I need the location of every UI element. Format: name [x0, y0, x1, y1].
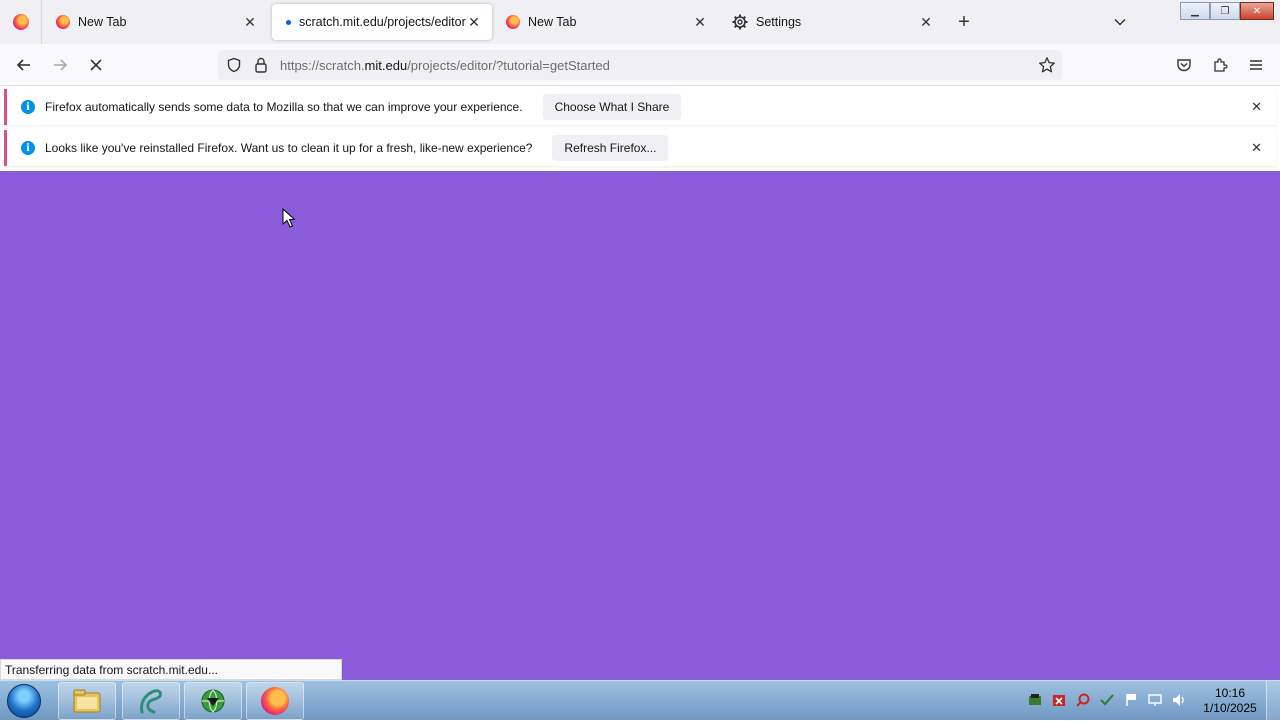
tab-new-tab-2[interactable]: New Tab ✕ — [496, 4, 718, 40]
firefox-icon — [56, 15, 70, 29]
extensions-icon — [1214, 58, 1228, 72]
windows-logo-icon — [7, 684, 41, 718]
show-desktop-button[interactable] — [1266, 681, 1280, 721]
info-icon: i — [21, 100, 35, 114]
taskbar-firefox[interactable] — [246, 682, 304, 720]
close-icon[interactable]: ✕ — [1251, 140, 1262, 156]
mouse-cursor-icon — [282, 208, 296, 228]
system-tray — [1026, 691, 1188, 709]
close-icon[interactable]: ✕ — [242, 14, 258, 30]
folder-icon — [73, 689, 101, 713]
address-bar[interactable]: https://scratch.mit.edu/projects/editor/… — [218, 50, 1062, 80]
tab-title: Settings — [756, 15, 802, 29]
page-content[interactable] — [0, 171, 1280, 680]
firefox-icon — [261, 687, 289, 715]
dragon-app-icon — [140, 689, 162, 714]
navigation-toolbar: https://scratch.mit.edu/projects/editor/… — [0, 44, 1280, 86]
clock-date: 1/10/2025 — [1203, 701, 1257, 715]
choose-what-i-share-button[interactable]: Choose What I Share — [542, 94, 682, 120]
close-icon[interactable]: ✕ — [1251, 99, 1262, 115]
forward-arrow-icon — [54, 59, 68, 71]
taskbar-clock[interactable]: 10:16 1/10/2025 — [1198, 686, 1262, 716]
tab-new-tab-1[interactable]: New Tab ✕ — [46, 4, 268, 40]
lock-icon[interactable] — [254, 57, 268, 73]
network-tray-icon[interactable] — [1026, 691, 1044, 709]
reinstall-notification: i Looks like you've reinstalled Firefox.… — [4, 130, 1276, 166]
window-controls: ▁ ❐ ✕ — [1180, 2, 1274, 20]
back-arrow-icon — [16, 59, 30, 71]
info-icon: i — [21, 141, 35, 155]
gear-icon — [732, 14, 748, 30]
globe-download-icon — [201, 689, 225, 713]
refresh-firefox-button[interactable]: Refresh Firefox... — [552, 135, 669, 161]
restore-button[interactable]: ❐ — [1210, 2, 1240, 20]
close-icon[interactable]: ✕ — [692, 14, 708, 30]
app-menu-button[interactable] — [1243, 52, 1269, 78]
search-tray-icon[interactable] — [1074, 691, 1092, 709]
sync-tray-icon[interactable] — [1098, 691, 1116, 709]
taskbar: 10:16 1/10/2025 — [0, 680, 1280, 721]
firefox-icon — [506, 15, 520, 29]
data-collection-notification: i Firefox automatically sends some data … — [4, 89, 1276, 125]
volume-tray-icon[interactable] — [1170, 691, 1188, 709]
window-close-button[interactable]: ✕ — [1240, 2, 1274, 20]
notification-message: Firefox automatically sends some data to… — [45, 100, 523, 114]
start-button[interactable] — [2, 682, 46, 720]
tab-scratch-editor[interactable]: scratch.mit.edu/projects/editor/?tutoria… — [272, 4, 492, 40]
forward-button[interactable] — [47, 52, 73, 78]
taskbar-app-dragon[interactable] — [122, 682, 180, 720]
tab-title: New Tab — [528, 15, 577, 29]
taskbar-file-explorer[interactable] — [58, 682, 116, 720]
stop-button[interactable] — [83, 52, 109, 78]
notification-message: Looks like you've reinstalled Firefox. W… — [45, 141, 533, 155]
tab-settings[interactable]: Settings ✕ — [722, 4, 944, 40]
display-tray-icon[interactable] — [1146, 691, 1164, 709]
shield-icon[interactable] — [226, 57, 242, 73]
url-text[interactable]: https://scratch.mit.edu/projects/editor/… — [280, 58, 610, 73]
loading-dot-icon — [286, 19, 291, 25]
clock-time: 10:16 — [1214, 686, 1246, 700]
pocket-button[interactable] — [1171, 52, 1197, 78]
star-icon[interactable] — [1038, 56, 1056, 74]
tab-title: New Tab — [78, 15, 127, 29]
firefox-icon — [12, 14, 29, 30]
plus-icon: + — [958, 10, 970, 33]
firefox-view-button[interactable] — [0, 0, 42, 44]
extensions-button[interactable] — [1207, 52, 1233, 78]
back-button[interactable] — [11, 52, 37, 78]
flag-tray-icon[interactable] — [1122, 691, 1140, 709]
pocket-icon — [1177, 59, 1191, 72]
error-tray-icon[interactable] — [1050, 691, 1068, 709]
status-bar: Transferring data from scratch.mit.edu..… — [0, 659, 342, 680]
close-icon[interactable]: ✕ — [918, 14, 934, 30]
menu-icon — [1250, 60, 1262, 70]
list-all-tabs-button[interactable] — [1108, 10, 1132, 34]
taskbar-app-network[interactable] — [184, 682, 242, 720]
minimize-button[interactable]: ▁ — [1180, 2, 1210, 20]
close-icon[interactable]: ✕ — [466, 14, 482, 30]
stop-icon — [90, 59, 102, 71]
tab-title: scratch.mit.edu/projects/editor/?tutoria… — [299, 15, 466, 29]
new-tab-button[interactable]: + — [952, 10, 976, 34]
tab-bar: New Tab ✕ scratch.mit.edu/projects/edito… — [0, 0, 1280, 44]
chevron-down-icon — [1114, 18, 1126, 26]
